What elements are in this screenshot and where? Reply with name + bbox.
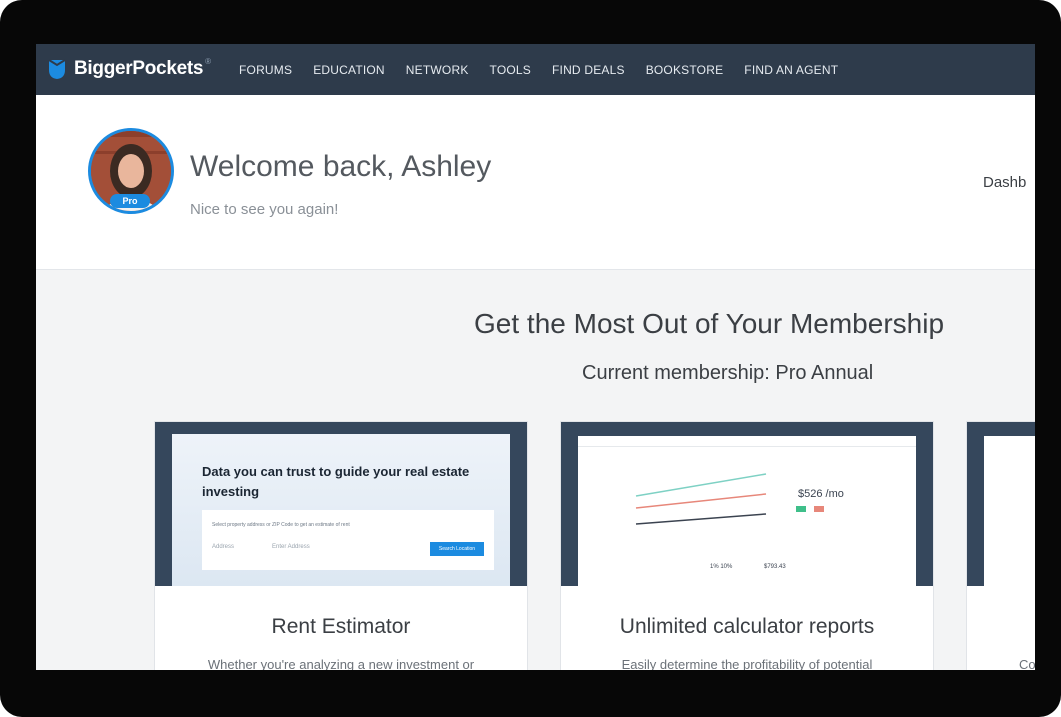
card-hero-image: Data you can trust to guide your real es… (155, 422, 527, 586)
preview-headline: Data you can trust to guide your real es… (202, 464, 470, 499)
nav-menu: FORUMS EDUCATION NETWORK TOOLS FIND DEAL… (239, 44, 859, 95)
welcome-title: Welcome back, Ashley (190, 150, 492, 183)
pro-badge: Pro (110, 194, 150, 208)
nav-item-education[interactable]: EDUCATION (313, 63, 385, 77)
device-frame: BiggerPockets ® FORUMS EDUCATION NETWORK… (0, 0, 1061, 717)
rent-estimator-preview: Data you can trust to guide your real es… (172, 434, 510, 586)
preview-field-enter: Enter Address (272, 544, 310, 550)
welcome-subtitle: Nice to see you again! (190, 201, 339, 218)
card-hero-image (967, 422, 1035, 586)
nav-item-forums[interactable]: FORUMS (239, 63, 292, 77)
nav-item-bookstore[interactable]: BOOKSTORE (646, 63, 724, 77)
browser-viewport: BiggerPockets ® FORUMS EDUCATION NETWORK… (36, 44, 1035, 670)
top-navigation: BiggerPockets ® FORUMS EDUCATION NETWORK… (36, 44, 1035, 95)
partial-preview (984, 436, 1035, 586)
calculator-preview: $526 /mo 1% 10% $793.43 (578, 436, 916, 586)
card-title: Unlimited calculator reports (619, 615, 875, 638)
nav-item-tools[interactable]: TOOLS (490, 63, 531, 77)
preview-search-button: Search Location (430, 542, 484, 556)
card-hero-image: $526 /mo 1% 10% $793.43 (561, 422, 933, 586)
dashboard-link[interactable]: Dashb (983, 174, 1026, 191)
card-description: Easily determine the profitability of po… (621, 657, 873, 670)
current-membership: Current membership: Pro Annual (582, 362, 874, 384)
brand-logo[interactable]: BiggerPockets ® (48, 56, 211, 82)
welcome-panel: Pro Welcome back, Ashley Nice to see you… (36, 95, 1035, 270)
card-calculator-reports[interactable]: $526 /mo 1% 10% $793.43 Unlimited calcul… (560, 421, 934, 670)
preview-form: Select property address or ZIP Code to g… (202, 510, 494, 570)
card-title: Rent Estimator (271, 615, 411, 638)
preview-stat-1: 1% 10% (710, 564, 733, 570)
card-description: Co (1019, 657, 1035, 670)
preview-cash-flow: $526 /mo (798, 488, 844, 500)
nav-item-find-an-agent[interactable]: FIND AN AGENT (744, 63, 838, 77)
card-partial[interactable]: Co (966, 421, 1035, 670)
nav-item-find-deals[interactable]: FIND DEALS (552, 63, 625, 77)
nav-item-network[interactable]: NETWORK (406, 63, 469, 77)
pocket-logo-icon (48, 59, 66, 79)
preview-stat-2: $793.43 (764, 564, 786, 570)
brand-name: BiggerPockets (74, 58, 204, 79)
preview-form-label: Select property address or ZIP Code to g… (212, 522, 350, 528)
registered-mark: ® (205, 56, 212, 66)
membership-heading: Get the Most Out of Your Membership (474, 308, 945, 339)
preview-field-address: Address (212, 544, 235, 550)
preview-line-chart (635, 473, 824, 525)
card-rent-estimator[interactable]: Data you can trust to guide your real es… (154, 421, 528, 670)
card-description: Whether you're analyzing a new investmen… (207, 657, 475, 670)
